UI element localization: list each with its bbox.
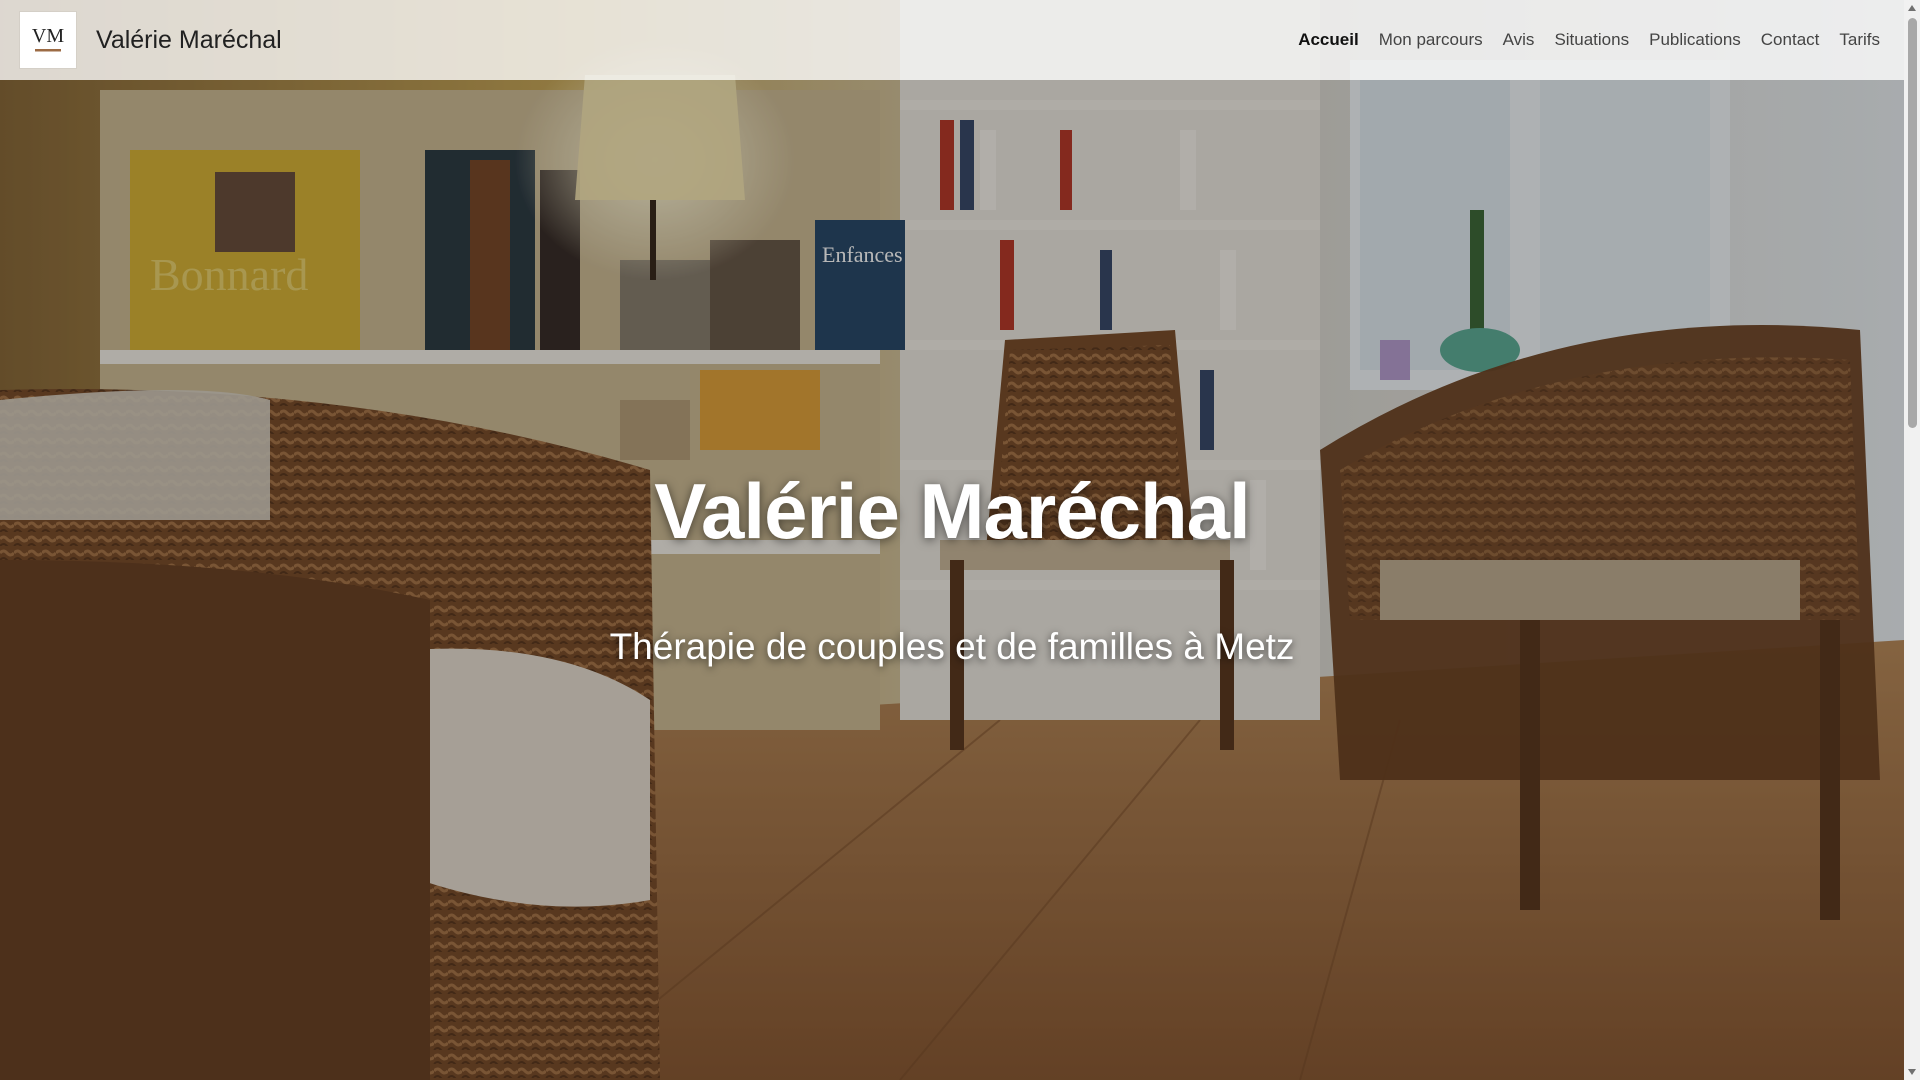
site-logo[interactable]: VM (20, 12, 76, 68)
hero-subtitle: Thérapie de couples et de familles à Met… (609, 626, 1295, 667)
hero-section: Bonnard Enfances Valérie Maréchal Thérap… (0, 0, 1904, 1080)
nav-mon-parcours[interactable]: Mon parcours (1379, 30, 1483, 49)
scrollbar-thumb[interactable] (1908, 18, 1917, 428)
main-nav: Accueil Mon parcours Avis Situations Pub… (1278, 30, 1880, 50)
hero-title: Valérie Maréchal (654, 467, 1250, 555)
nav-accueil[interactable]: Accueil (1298, 30, 1358, 49)
nav-contact[interactable]: Contact (1761, 30, 1820, 49)
nav-publications[interactable]: Publications (1649, 30, 1741, 49)
brand-name[interactable]: Valérie Maréchal (96, 26, 282, 55)
nav-tarifs[interactable]: Tarifs (1839, 30, 1880, 49)
nav-situations[interactable]: Situations (1554, 30, 1629, 49)
scroll-down-arrow-icon[interactable] (1904, 1064, 1920, 1080)
vm-monogram-icon: VM (32, 25, 64, 52)
page-scrollbar[interactable] (1904, 0, 1920, 1080)
nav-avis[interactable]: Avis (1503, 30, 1535, 49)
hero-content: Valérie Maréchal Thérapie de couples et … (0, 0, 1904, 1080)
navbar: VM Valérie Maréchal Accueil Mon parcours… (0, 0, 1904, 80)
svg-text:VM: VM (32, 25, 64, 47)
scroll-up-arrow-icon[interactable] (1904, 0, 1920, 16)
